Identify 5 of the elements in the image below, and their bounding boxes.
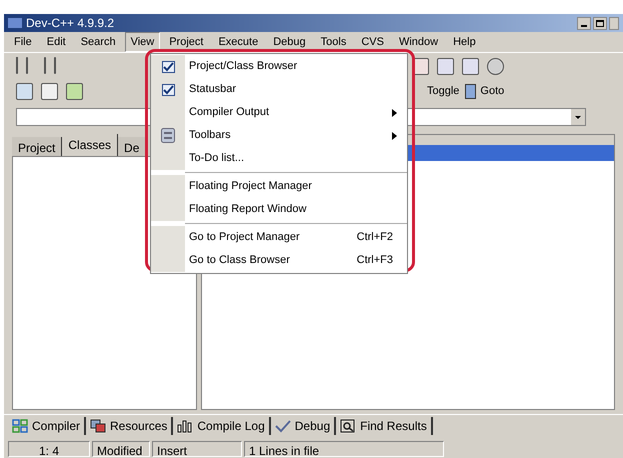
window-title: Dev-C++ 4.9.9.2: [26, 15, 114, 32]
status-field: Insert: [152, 441, 242, 457]
status-field: 1: 4: [8, 441, 90, 457]
status-field: 1 Lines in file: [244, 441, 444, 457]
status-field: Modified: [92, 441, 150, 457]
